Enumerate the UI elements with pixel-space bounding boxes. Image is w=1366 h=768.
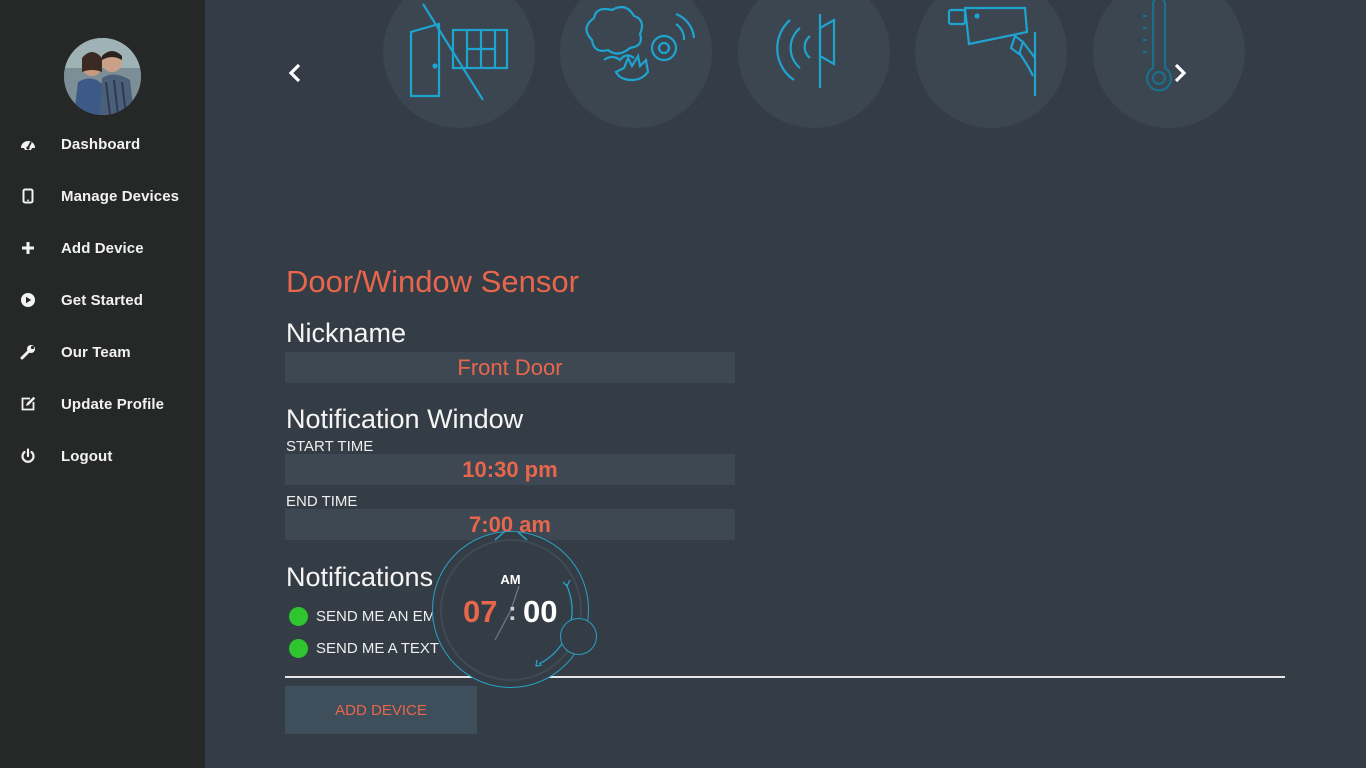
sidebar-item-label: Add Device — [61, 239, 144, 257]
sidebar-item-manage-devices[interactable]: Manage Devices — [0, 170, 205, 222]
minute-value[interactable]: 00 — [523, 594, 557, 630]
sidebar-item-label: Our Team — [61, 343, 131, 361]
add-device-button[interactable]: ADD DEVICE — [285, 686, 477, 734]
device-smoke-detector[interactable] — [560, 0, 712, 128]
hour-value[interactable]: 07 — [463, 594, 497, 630]
power-icon — [20, 448, 36, 464]
edit-icon — [20, 396, 36, 412]
nickname-label: Nickname — [286, 318, 407, 348]
dashboard-icon — [20, 136, 36, 152]
smoke-detector-icon — [585, 5, 696, 82]
nickname-field[interactable]: Front Door — [285, 352, 735, 383]
sidebar-item-label: Logout — [61, 447, 113, 465]
play-circle-icon — [20, 292, 36, 308]
chevron-left-icon — [288, 63, 301, 83]
device-door-window-sensor[interactable] — [383, 0, 535, 128]
device-type-title: Door/Window Sensor — [286, 264, 579, 299]
sidebar-item-logout[interactable]: Logout — [0, 430, 205, 482]
device-security-camera[interactable] — [915, 0, 1067, 128]
sidebar: Dashboard Manage Devices Add Device Get … — [0, 0, 205, 768]
notification-window-label: Notification Window — [286, 404, 524, 434]
door-window-sensor-icon — [409, 3, 509, 101]
sidebar-item-our-team[interactable]: Our Team — [0, 326, 205, 378]
wrench-icon — [20, 344, 36, 360]
time-separator: : — [508, 596, 517, 626]
sidebar-item-update-profile[interactable]: Update Profile — [0, 378, 205, 430]
checked-indicator — [289, 606, 308, 626]
dial-drag-handle[interactable] — [560, 618, 597, 655]
checked-indicator — [289, 638, 308, 658]
nickname-value: Front Door — [457, 354, 563, 380]
sidebar-item-add-device[interactable]: Add Device — [0, 222, 205, 274]
avatar[interactable] — [64, 38, 141, 115]
sidebar-item-label: Get Started — [61, 291, 143, 309]
notifications-label: Notifications — [286, 562, 434, 592]
tablet-icon — [20, 188, 36, 204]
start-time-value: 10:30 pm — [462, 456, 558, 482]
end-time-label: END TIME — [286, 493, 358, 510]
device-carousel — [205, 0, 1366, 240]
sidebar-item-label: Update Profile — [61, 395, 165, 413]
chevron-right-icon — [1174, 63, 1187, 83]
carousel-prev-button[interactable] — [283, 60, 307, 86]
sidebar-item-label: Dashboard — [61, 135, 141, 153]
checkbox-label: SEND ME A TEXT — [316, 639, 440, 657]
carousel-next-button[interactable] — [1168, 60, 1192, 86]
device-siren-speaker[interactable] — [738, 0, 890, 128]
sidebar-item-dashboard[interactable]: Dashboard — [0, 118, 205, 170]
avatar-photo — [64, 38, 141, 115]
sidebar-nav: Dashboard Manage Devices Add Device Get … — [0, 118, 205, 482]
security-camera-icon — [947, 6, 1037, 96]
sidebar-item-get-started[interactable]: Get Started — [0, 274, 205, 326]
ampm-toggle[interactable]: AM — [433, 572, 588, 587]
plus-icon — [20, 240, 36, 256]
start-time-label: START TIME — [286, 438, 374, 455]
sidebar-item-label: Manage Devices — [61, 187, 180, 205]
text-notification-checkbox[interactable]: SEND ME A TEXT — [289, 638, 439, 658]
siren-speaker-icon — [776, 14, 836, 88]
add-device-button-label: ADD DEVICE — [335, 701, 427, 719]
start-time-field[interactable]: 10:30 pm — [285, 454, 735, 485]
time-picker-dial[interactable]: AM 07 : 00 — [432, 531, 597, 688]
